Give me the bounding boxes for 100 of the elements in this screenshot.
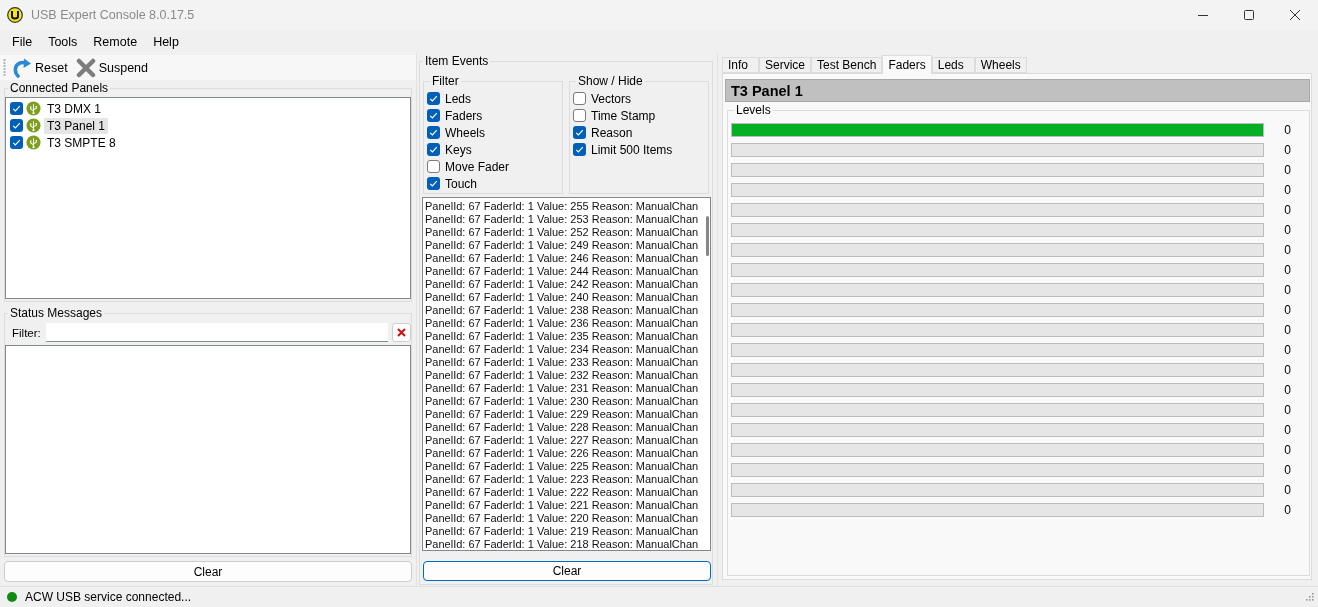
level-reading: 0 bbox=[1283, 463, 1292, 477]
log-line: PanelId: 67 FaderId: 1 Value: 225 Reason: ManualChan bbox=[425, 460, 699, 473]
x-icon bbox=[397, 328, 406, 337]
panel-header: T3 Panel 1 bbox=[725, 79, 1310, 102]
tab[interactable]: Leds bbox=[931, 57, 975, 73]
log-line: PanelId: 67 FaderId: 1 Value: 244 Reason: ManualChan bbox=[425, 265, 699, 278]
log-line: PanelId: 67 FaderId: 1 Value: 221 Reason: ManualChan bbox=[425, 499, 699, 512]
panel-item[interactable]: T3 DMX 1 bbox=[44, 100, 104, 117]
clear-button[interactable]: Clear bbox=[4, 561, 412, 582]
close-icon bbox=[1290, 10, 1300, 20]
filter-field[interactable] bbox=[46, 323, 388, 342]
checkbox[interactable] bbox=[427, 177, 440, 190]
clear-filter-button[interactable] bbox=[392, 323, 411, 342]
usb-icon bbox=[26, 101, 41, 116]
checkbox[interactable] bbox=[427, 160, 440, 173]
panel-item[interactable]: T3 SMPTE 8 bbox=[44, 134, 119, 151]
log-line: PanelId: 67 FaderId: 1 Value: 246 Reason: ManualChan bbox=[425, 252, 699, 265]
log-line: PanelId: 67 FaderId: 1 Value: 255 Reason: ManualChan bbox=[425, 200, 699, 213]
status-text: ACW USB service connected... bbox=[25, 590, 193, 604]
checkbox[interactable] bbox=[573, 126, 586, 139]
level-reading: 0 bbox=[1283, 123, 1292, 137]
log-line: PanelId: 67 FaderId: 1 Value: 236 Reason: ManualChan bbox=[425, 317, 699, 330]
grip-icon[interactable] bbox=[3, 58, 6, 77]
tab[interactable]: Test Bench bbox=[811, 57, 883, 73]
level-reading: 0 bbox=[1283, 423, 1292, 437]
level-reading: 0 bbox=[1283, 323, 1292, 337]
level-reading: 0 bbox=[1283, 183, 1292, 197]
group-title: Connected Panels bbox=[8, 82, 111, 95]
log-line: PanelId: 67 FaderId: 1 Value: 233 Reason: ManualChan bbox=[425, 356, 699, 369]
checkbox-label: Move Fader bbox=[445, 159, 510, 174]
log-line: PanelId: 67 FaderId: 1 Value: 219 Reason: ManualChan bbox=[425, 525, 699, 538]
x-icon bbox=[75, 57, 96, 78]
level-reading: 0 bbox=[1283, 343, 1292, 357]
checkbox[interactable] bbox=[10, 136, 23, 149]
tab[interactable]: Info bbox=[722, 57, 759, 73]
log-line: PanelId: 67 FaderId: 1 Value: 223 Reason: ManualChan bbox=[425, 473, 699, 486]
level-reading: 0 bbox=[1283, 383, 1292, 397]
log-line: PanelId: 67 FaderId: 1 Value: 229 Reason: ManualChan bbox=[425, 408, 699, 421]
usb-icon bbox=[26, 118, 41, 133]
group-title: Filter bbox=[430, 75, 461, 88]
clear-button[interactable]: Clear bbox=[423, 561, 711, 581]
level-reading: 0 bbox=[1283, 243, 1292, 257]
tab[interactable]: Service bbox=[759, 57, 811, 73]
checkbox-label: Reason bbox=[591, 125, 633, 140]
level-reading: 0 bbox=[1283, 483, 1292, 497]
tab[interactable]: Wheels bbox=[974, 57, 1027, 73]
checkbox[interactable] bbox=[10, 119, 23, 132]
menu-item[interactable]: Help bbox=[147, 32, 185, 51]
reset-button[interactable]: Reset bbox=[10, 55, 70, 80]
checkbox[interactable] bbox=[427, 92, 440, 105]
log-line: PanelId: 67 FaderId: 1 Value: 232 Reason: ManualChan bbox=[425, 369, 699, 382]
resize-grip-icon[interactable] bbox=[1305, 592, 1315, 602]
level-reading: 0 bbox=[1283, 503, 1292, 517]
log-line: PanelId: 67 FaderId: 1 Value: 238 Reason: ManualChan bbox=[425, 304, 699, 317]
level-reading: 0 bbox=[1283, 403, 1292, 417]
suspend-button[interactable]: Suspend bbox=[73, 55, 150, 80]
checkbox-label: Wheels bbox=[445, 125, 485, 140]
maximize-icon bbox=[1244, 10, 1254, 20]
group-title: Show / Hide bbox=[576, 75, 645, 88]
checkbox[interactable] bbox=[573, 109, 586, 122]
log-line: PanelId: 67 FaderId: 1 Value: 235 Reason: ManualChan bbox=[425, 330, 699, 343]
group-title: Status Messages bbox=[8, 307, 105, 320]
checkbox[interactable] bbox=[427, 109, 440, 122]
menu-item[interactable]: Remote bbox=[87, 32, 144, 51]
level-reading: 0 bbox=[1283, 283, 1292, 297]
log-line: PanelId: 67 FaderId: 1 Value: 249 Reason: ManualChan bbox=[425, 239, 699, 252]
minimize-icon bbox=[1198, 14, 1208, 16]
log-line: PanelId: 67 FaderId: 1 Value: 231 Reason: ManualChan bbox=[425, 382, 699, 395]
checkbox[interactable] bbox=[10, 102, 23, 115]
level-reading: 0 bbox=[1283, 443, 1292, 457]
scrollbar-thumb[interactable] bbox=[706, 216, 710, 256]
checkbox-label: Faders bbox=[445, 108, 483, 123]
level-reading: 0 bbox=[1283, 163, 1292, 177]
reset-icon bbox=[12, 57, 32, 78]
checkbox[interactable] bbox=[573, 143, 586, 156]
checkbox-label: Limit 500 Items bbox=[591, 142, 673, 157]
log-line: PanelId: 67 FaderId: 1 Value: 253 Reason: ManualChan bbox=[425, 213, 699, 226]
checkbox[interactable] bbox=[573, 92, 586, 105]
checkbox-label: Keys bbox=[445, 142, 472, 157]
panel-item[interactable]: T3 Panel 1 bbox=[44, 117, 109, 134]
menu-item[interactable]: File bbox=[6, 32, 39, 51]
level-reading: 0 bbox=[1283, 303, 1292, 317]
menu-item[interactable]: Tools bbox=[42, 32, 84, 51]
log-line: PanelId: 67 FaderId: 1 Value: 227 Reason: ManualChan bbox=[425, 434, 699, 447]
log-line: PanelId: 67 FaderId: 1 Value: 240 Reason: ManualChan bbox=[425, 291, 699, 304]
checkbox-label: Leds bbox=[445, 91, 472, 106]
group-title: Levels bbox=[734, 104, 773, 117]
log-line: PanelId: 67 FaderId: 1 Value: 230 Reason: ManualChan bbox=[425, 395, 699, 408]
level-reading: 0 bbox=[1283, 263, 1292, 277]
log-line: PanelId: 67 FaderId: 1 Value: 218 Reason: ManualChan bbox=[425, 538, 699, 551]
checkbox[interactable] bbox=[427, 126, 440, 139]
usb-icon bbox=[26, 135, 41, 150]
level-reading: 0 bbox=[1283, 203, 1292, 217]
checkbox[interactable] bbox=[427, 143, 440, 156]
log-line: PanelId: 67 FaderId: 1 Value: 234 Reason: ManualChan bbox=[425, 343, 699, 356]
checkbox-label: Vectors bbox=[591, 91, 632, 106]
window-title: USB Expert Console 8.0.17.5 bbox=[31, 8, 196, 22]
log-line: PanelId: 67 FaderId: 1 Value: 252 Reason: ManualChan bbox=[425, 226, 699, 239]
level-reading: 0 bbox=[1283, 143, 1292, 157]
tab[interactable]: Faders bbox=[882, 55, 932, 74]
